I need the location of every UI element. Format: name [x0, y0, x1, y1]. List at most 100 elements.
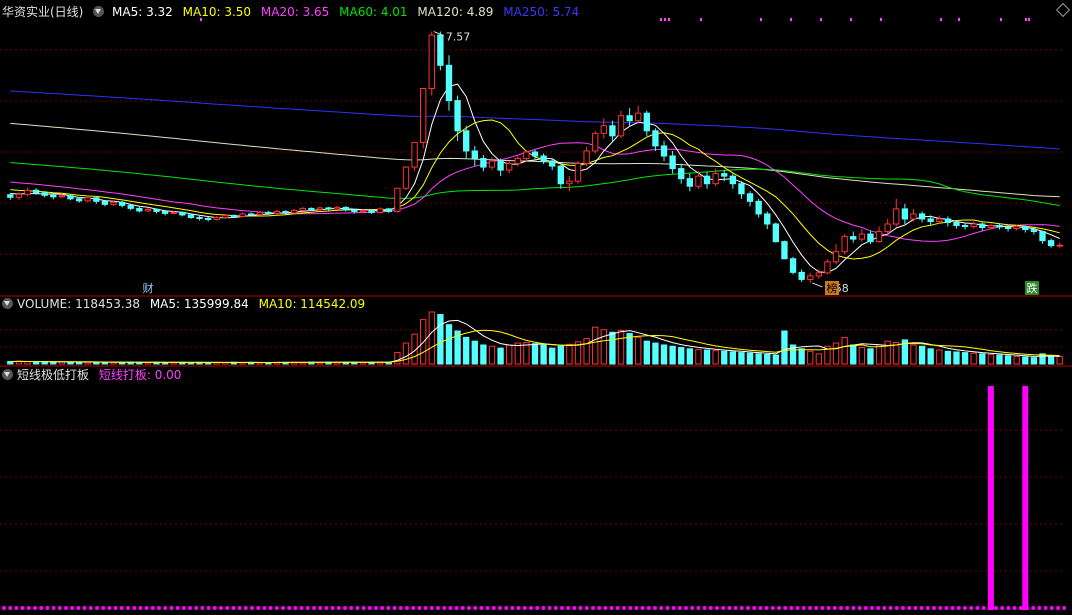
- indicator-dot: [572, 606, 577, 610]
- volume-bar: [617, 329, 625, 365]
- indicator-dot: [436, 606, 440, 610]
- volume-bar: [961, 352, 969, 365]
- signal-tick: [790, 18, 792, 21]
- candle-body: [1013, 226, 1020, 230]
- signal-tick: [664, 18, 666, 21]
- signal-tick: [1028, 18, 1030, 21]
- indicator-dot: [287, 606, 292, 610]
- dropdown-icon[interactable]: [2, 369, 13, 380]
- candle-body: [84, 197, 91, 202]
- indicator-dot: [361, 606, 366, 610]
- indicator-dot: [932, 606, 936, 610]
- indicator-dot: [101, 606, 106, 610]
- indicator-dot: [398, 606, 403, 610]
- candle-body: [635, 112, 642, 122]
- candle-body: [936, 218, 943, 222]
- volume-bar: [755, 353, 762, 365]
- vol-ma10-label: MA10: 114542.09: [258, 297, 366, 311]
- volume-bar: [540, 344, 547, 365]
- indicator-series-label: 短线打板: 0.00: [98, 368, 182, 382]
- candle-body: [712, 173, 719, 185]
- indicator-dot: [39, 606, 44, 610]
- indicator-dot: [845, 606, 850, 610]
- candle-body: [239, 213, 246, 217]
- candle-body: [746, 193, 754, 202]
- indicator-dot: [541, 606, 546, 610]
- candle-body: [67, 195, 74, 200]
- signal-tick: [700, 18, 702, 21]
- indicator-dot: [857, 606, 862, 610]
- indicator-dot: [380, 606, 385, 610]
- ma20-label: MA20: 3.65: [260, 5, 330, 19]
- candle-body: [686, 178, 693, 187]
- candle-body: [471, 150, 478, 160]
- candle-body: [351, 209, 358, 212]
- candle-body: [617, 115, 625, 137]
- candle-body: [196, 216, 203, 219]
- indicator-dot: [615, 606, 620, 610]
- candle-body: [437, 34, 444, 66]
- candle-body: [454, 100, 461, 132]
- indicator-dot: [8, 606, 13, 610]
- indicator-dot: [467, 606, 471, 610]
- volume-legend: VOLUME: 118453.38 MA5: 135999.84 MA10: 1…: [2, 296, 371, 312]
- candle-body: [506, 163, 513, 171]
- candle-body: [600, 125, 607, 134]
- volume-bar: [798, 348, 805, 365]
- indicator-dot: [429, 606, 434, 610]
- indicator-dot: [491, 606, 496, 610]
- indicator-dot: [603, 606, 608, 610]
- indicator-dot: [194, 606, 199, 610]
- volume-bar: [557, 345, 564, 365]
- candle-body: [377, 208, 384, 213]
- candle-body: [463, 130, 470, 152]
- indicator-dot: [1006, 606, 1011, 610]
- candle-body: [15, 193, 23, 198]
- candle-body: [979, 223, 986, 229]
- candle-body: [626, 115, 633, 122]
- volume-bar: [772, 354, 780, 365]
- candle-body: [101, 200, 109, 205]
- indicator-dot: [206, 606, 211, 610]
- candle-body: [170, 211, 177, 214]
- candle-body: [497, 160, 504, 171]
- candle-body: [824, 261, 831, 274]
- candle-body: [1004, 226, 1012, 230]
- volume-bar: [1056, 355, 1063, 365]
- dropdown-icon[interactable]: [2, 298, 13, 309]
- ma120-label: MA120: 4.89: [417, 5, 494, 19]
- indicator-dot: [1056, 606, 1060, 610]
- indicator-dot: [20, 606, 25, 610]
- indicator-dot: [653, 606, 657, 610]
- indicator-dot: [243, 606, 248, 610]
- volume-bar: [523, 341, 530, 365]
- indicator-dot: [82, 606, 87, 610]
- indicator-dot: [1062, 606, 1067, 610]
- indicator-dot: [777, 606, 781, 610]
- candle-body: [480, 158, 487, 168]
- indicator-dot: [708, 606, 713, 610]
- indicator-dot: [324, 606, 329, 610]
- candle-body: [875, 231, 883, 243]
- indicator-dot: [839, 606, 843, 610]
- indicator-dot: [758, 606, 763, 610]
- candle-body: [514, 158, 521, 165]
- candle-body: [815, 272, 823, 277]
- dropdown-icon[interactable]: [93, 6, 105, 17]
- signal-bar: [1022, 386, 1029, 610]
- candle-body: [1056, 244, 1063, 247]
- ma250-label: MA250: 5.74: [503, 5, 580, 19]
- volume-bar: [936, 349, 943, 365]
- candle-body: [729, 175, 737, 185]
- candle-body: [41, 192, 48, 196]
- volume-bar: [626, 333, 633, 365]
- volume-bar: [815, 353, 823, 365]
- signal-tick: [660, 18, 662, 21]
- indicator-dot: [789, 606, 794, 610]
- indicator-dot: [646, 606, 651, 610]
- indicator-dot: [1049, 606, 1054, 610]
- volume-bar: [738, 352, 745, 365]
- indicator-dot: [622, 606, 626, 610]
- candle-body: [222, 214, 229, 218]
- candle-body: [1039, 231, 1046, 242]
